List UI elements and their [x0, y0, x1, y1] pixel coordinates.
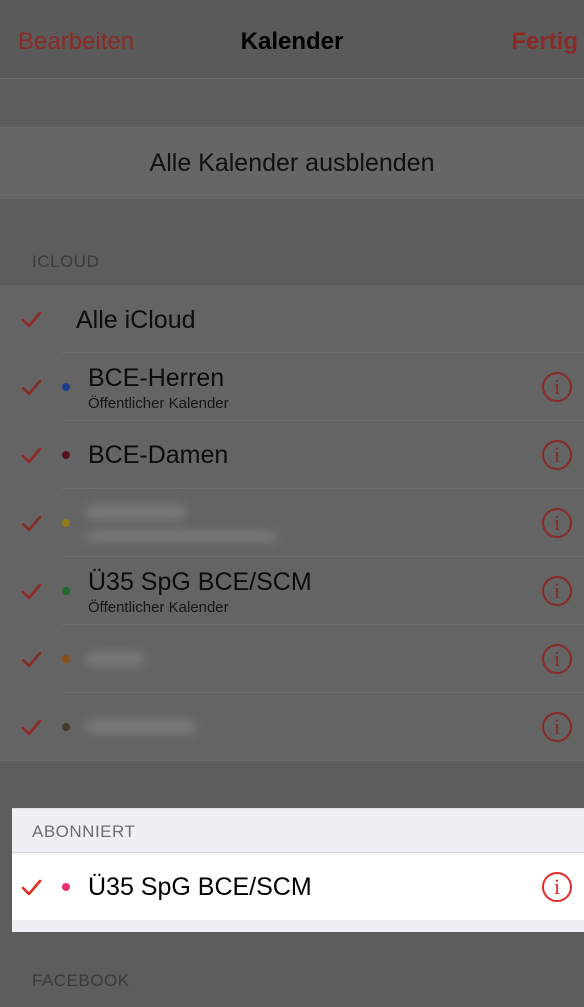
- info-circle-icon[interactable]: i: [542, 372, 572, 402]
- calendar-color-dot: [62, 883, 70, 891]
- calendar-subtitle: Öffentlicher Kalender: [88, 395, 229, 412]
- facebook-section-header: FACEBOOK: [0, 955, 584, 1003]
- info-circle-icon[interactable]: i: [542, 576, 572, 606]
- calendar-color-dot: [62, 655, 70, 663]
- subscribed-section-footer: [12, 920, 584, 932]
- redacted-title: [86, 505, 186, 519]
- icloud-calendar-list: Alle iCloud BCE-Herren Öffentlicher Kale…: [0, 285, 584, 761]
- calendar-row-u35[interactable]: Ü35 SpG BCE/SCM Öffentlicher Kalender i: [0, 557, 584, 625]
- subscribed-section-header: ABONNIERT: [12, 808, 584, 853]
- calendar-color-dot: [62, 587, 70, 595]
- redacted-title: [86, 720, 196, 734]
- icloud-header-label: ICLOUD: [32, 252, 100, 271]
- calendar-color-dot: [62, 519, 70, 527]
- navigation-bar: Bearbeiten Kalender Fertig: [0, 0, 584, 79]
- calendar-row-blurred[interactable]: i: [0, 489, 584, 557]
- subscribed-calendar-row[interactable]: Ü35 SpG BCE/SCM i: [12, 852, 584, 922]
- calendar-row-blurred[interactable]: i: [0, 693, 584, 761]
- calendar-color-dot: [62, 723, 70, 731]
- checkmark-icon: [21, 719, 42, 736]
- checkmark-icon: [21, 515, 42, 532]
- hide-all-calendars-button[interactable]: Alle Kalender ausblenden: [0, 127, 584, 199]
- calendar-row-blurred[interactable]: i: [0, 625, 584, 693]
- checkmark-icon: [21, 651, 42, 668]
- checkmark-icon: [21, 583, 42, 600]
- calendar-row-bce-herren[interactable]: BCE-Herren Öffentlicher Kalender i: [0, 353, 584, 421]
- calendar-title: BCE-Damen: [88, 441, 229, 469]
- done-button[interactable]: Fertig: [511, 28, 578, 56]
- checkmark-icon: [21, 879, 42, 896]
- redacted-title: [86, 652, 144, 666]
- checkmark-icon: [21, 311, 42, 328]
- page-title: Kalender: [240, 28, 344, 55]
- info-circle-icon[interactable]: i: [542, 712, 572, 742]
- info-circle-icon[interactable]: i: [542, 872, 572, 902]
- calendar-title: BCE-Herren: [88, 364, 225, 392]
- subscribed-header-label: ABONNIERT: [32, 822, 136, 841]
- row-divider: [0, 760, 584, 761]
- calendar-color-dot: [62, 383, 70, 391]
- info-circle-icon[interactable]: i: [542, 644, 572, 674]
- calendar-color-dot: [62, 451, 70, 459]
- info-circle-icon[interactable]: i: [542, 508, 572, 538]
- calendar-title: Ü35 SpG BCE/SCM: [88, 568, 312, 596]
- checkmark-icon: [21, 379, 42, 396]
- redacted-subtitle: [86, 531, 276, 542]
- facebook-header-label: FACEBOOK: [32, 971, 130, 990]
- all-icloud-label: Alle iCloud: [76, 306, 196, 334]
- calendar-title: Ü35 SpG BCE/SCM: [88, 873, 312, 901]
- icloud-section-header: ICLOUD: [0, 236, 584, 284]
- calendar-subtitle: Öffentlicher Kalender: [88, 599, 229, 616]
- checkmark-icon: [21, 447, 42, 464]
- info-circle-icon[interactable]: i: [542, 440, 572, 470]
- all-icloud-row[interactable]: Alle iCloud: [0, 285, 584, 353]
- calendar-row-bce-damen[interactable]: BCE-Damen i: [0, 421, 584, 489]
